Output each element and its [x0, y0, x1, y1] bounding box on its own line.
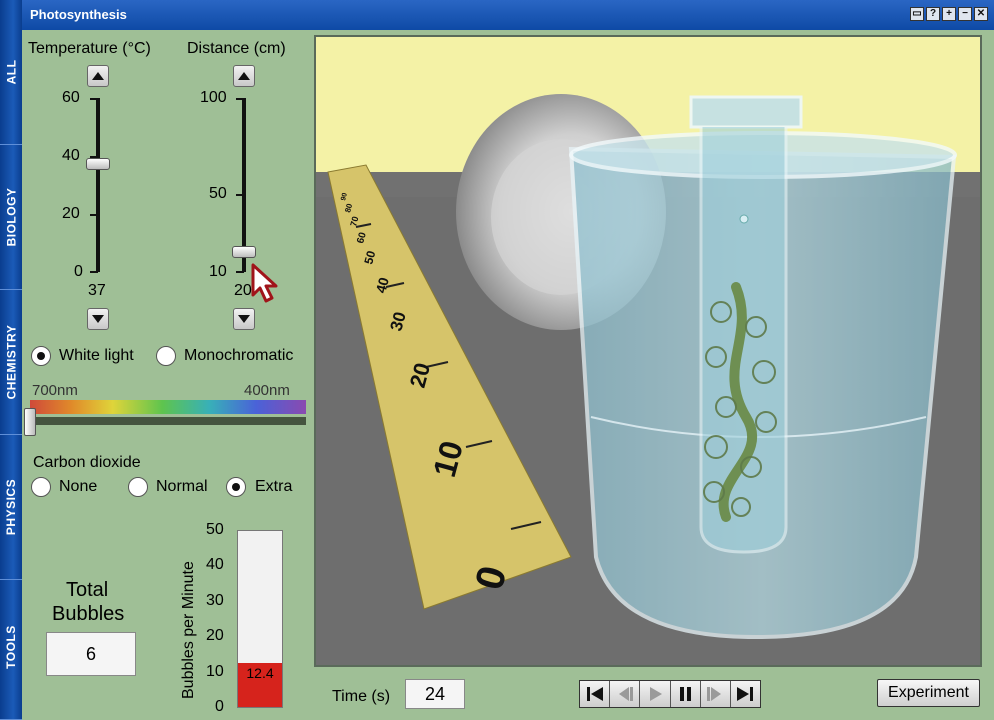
co2-label: Carbon dioxide: [33, 454, 141, 471]
temperature-track[interactable]: [96, 98, 100, 272]
skip-to-end-button[interactable]: [730, 681, 761, 707]
total-bubbles-label-1: Total: [66, 579, 109, 601]
temperature-down-button[interactable]: [87, 308, 109, 330]
skip-to-start-icon: [586, 687, 603, 701]
minimize-icon[interactable]: −: [958, 7, 972, 21]
white-light-radio[interactable]: [31, 346, 51, 366]
tab-biology-label: BIOLOGY: [4, 187, 18, 247]
total-bubbles-value: 6: [46, 632, 136, 676]
step-forward-button[interactable]: [700, 681, 731, 707]
mouse-cursor-icon: [251, 263, 278, 303]
gauge-tick-label: 20: [206, 627, 224, 644]
tab-physics[interactable]: PHYSICS: [0, 435, 22, 580]
play-button[interactable]: [640, 681, 671, 707]
tick: [90, 98, 98, 100]
wavelength-track: [30, 417, 306, 425]
experiment-illustration: 0 10 20 30 40 50 60 70 80 90: [316, 37, 980, 665]
tab-tools-label: TOOLS: [4, 625, 18, 669]
wavelength-slider-thumb[interactable]: [24, 408, 36, 436]
tick: [236, 194, 244, 196]
tab-chemistry[interactable]: CHEMISTRY: [0, 290, 22, 435]
gauge-tick-label: 30: [206, 592, 224, 609]
gauge-value: 12.4: [246, 665, 274, 681]
tick: [90, 271, 98, 273]
bubbles-axis-label: Bubbles per Minute: [180, 561, 197, 699]
temperature-tick-label: 0: [74, 263, 83, 280]
arrow-down-icon: [92, 315, 104, 323]
skip-to-end-icon: [737, 687, 754, 701]
arrow-down-icon: [238, 315, 250, 323]
spectrum-max-label: 400nm: [244, 382, 290, 399]
tab-chemistry-label: CHEMISTRY: [4, 324, 19, 400]
tab-biology[interactable]: BIOLOGY: [0, 145, 22, 290]
step-back-button[interactable]: [610, 681, 641, 707]
monochromatic-radio[interactable]: [156, 346, 176, 366]
help-icon[interactable]: ?: [926, 7, 940, 21]
simulation-panel: Temperature (°C) 60 40 20 0 37 Distance …: [22, 30, 994, 720]
experiment-scene[interactable]: 0 10 20 30 40 50 60 70 80 90: [314, 35, 982, 667]
play-icon: [649, 687, 662, 701]
distance-tick-label: 10: [209, 263, 227, 280]
step-forward-icon: [707, 687, 722, 701]
tick: [90, 214, 98, 216]
gauge-tick-label: 10: [206, 663, 224, 680]
distance-up-button[interactable]: [233, 65, 255, 87]
gauge-tick-label: 0: [215, 698, 224, 715]
distance-label: Distance (cm): [187, 40, 286, 57]
wavelength-spectrum[interactable]: [30, 400, 306, 414]
tab-physics-label: PHYSICS: [4, 478, 18, 536]
co2-extra-radio[interactable]: [226, 477, 246, 497]
distance-tick-label: 100: [200, 89, 227, 106]
print-icon[interactable]: ▭: [910, 7, 924, 21]
temperature-label: Temperature (°C): [28, 40, 151, 57]
playback-controls: [579, 680, 761, 708]
category-tabs: ALL BIOLOGY CHEMISTRY PHYSICS TOOLS: [0, 0, 22, 720]
experiment-button[interactable]: Experiment: [877, 679, 980, 707]
gauge-tick-label: 50: [206, 521, 224, 538]
arrow-up-icon: [238, 72, 250, 80]
temperature-tick-label: 40: [62, 147, 80, 164]
title-bar: Photosynthesis ▭ ? + − ✕: [22, 0, 994, 30]
spectrum-min-label: 700nm: [32, 382, 78, 399]
maximize-icon[interactable]: +: [942, 7, 956, 21]
temperature-up-button[interactable]: [87, 65, 109, 87]
pause-button[interactable]: [670, 681, 701, 707]
distance-down-button[interactable]: [233, 308, 255, 330]
tab-all[interactable]: ALL: [0, 0, 22, 145]
total-bubbles-label-2: Bubbles: [52, 603, 125, 625]
distance-tick-label: 50: [209, 185, 227, 202]
co2-extra-label: Extra: [255, 478, 293, 495]
arrow-up-icon: [92, 72, 104, 80]
time-label: Time (s): [332, 688, 391, 705]
tab-all-label: ALL: [4, 59, 19, 85]
gauge-tick-label: 40: [206, 556, 224, 573]
tick: [236, 98, 244, 100]
co2-normal-radio[interactable]: [128, 477, 148, 497]
time-value: 24: [405, 679, 465, 709]
temperature-value: 37: [88, 282, 106, 299]
bubble: [739, 214, 749, 224]
bubbles-per-minute-gauge: 12.4: [237, 530, 283, 708]
co2-none-radio[interactable]: [31, 477, 51, 497]
step-back-icon: [618, 687, 633, 701]
tab-tools[interactable]: TOOLS: [0, 575, 22, 720]
temperature-tick-label: 20: [62, 205, 80, 222]
temperature-slider-thumb[interactable]: [86, 158, 110, 170]
skip-to-start-button[interactable]: [580, 681, 611, 707]
window-title: Photosynthesis: [30, 7, 127, 22]
tick: [236, 271, 244, 273]
white-light-label: White light: [59, 347, 134, 364]
distance-slider-thumb[interactable]: [232, 246, 256, 258]
co2-none-label: None: [59, 478, 98, 495]
close-icon[interactable]: ✕: [974, 7, 988, 21]
pause-icon: [680, 687, 692, 701]
temperature-tick-label: 60: [62, 89, 80, 106]
co2-normal-label: Normal: [156, 478, 208, 495]
monochromatic-label: Monochromatic: [184, 347, 294, 364]
